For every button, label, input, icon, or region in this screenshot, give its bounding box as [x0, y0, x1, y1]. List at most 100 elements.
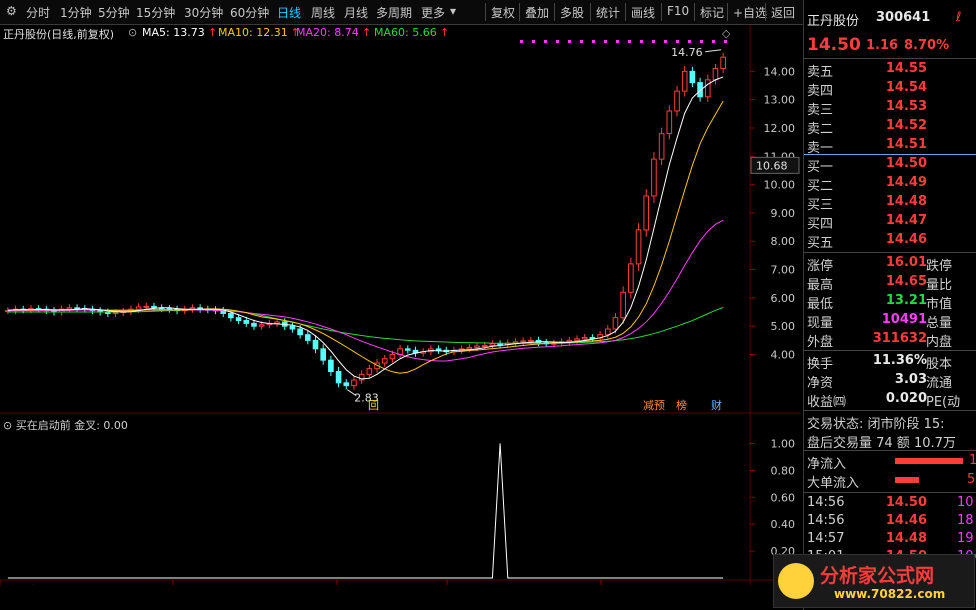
ask-price: 14.54	[885, 80, 927, 95]
ask-label: 卖五	[807, 65, 834, 80]
candle-body	[251, 322, 257, 327]
bid-label: 买三	[807, 198, 834, 213]
high-price-label: 14.76	[671, 46, 703, 59]
stat-label-right: 量比	[926, 278, 953, 293]
period-tab-3[interactable]: 15分钟	[136, 4, 175, 21]
stat-row: 现量 10491 总量	[807, 311, 976, 331]
bid-row-0[interactable]: 买一 14.50	[807, 155, 976, 175]
candle-body	[612, 317, 619, 330]
y-tick-label: 7.00	[771, 264, 796, 277]
bid-row-1[interactable]: 买二 14.49	[807, 174, 976, 194]
bid-price: 14.48	[885, 194, 927, 209]
tick-time: 14:56	[807, 495, 845, 510]
signal-dot	[520, 40, 523, 43]
tick-price: 14.46	[885, 513, 927, 528]
period-tab-10[interactable]: 更多	[421, 4, 445, 21]
more-dropdown-icon[interactable]: ▾	[450, 4, 456, 18]
line-ma5	[7, 76, 724, 380]
indicator-toggle-icon[interactable]: ⊙	[3, 419, 16, 432]
period-tab-0[interactable]: 分时	[26, 4, 50, 21]
ask-price: 14.55	[885, 61, 927, 76]
candle-body	[435, 348, 442, 351]
tick-time: 14:57	[807, 531, 845, 546]
candle-body	[481, 344, 488, 347]
signal-dot	[640, 40, 643, 43]
y-tick-label: 4.00	[771, 349, 796, 362]
candle-body	[604, 328, 611, 336]
tick-volume: 18	[957, 513, 974, 528]
settings-gear-icon[interactable]: ⚙	[6, 4, 17, 18]
stat-row: 最高 14.65 量比	[807, 273, 976, 293]
trade-status: 交易状态: 闭市阶段 15:	[807, 417, 945, 432]
stat-row: 涨停 16.01 跌停	[807, 254, 976, 274]
cursor-price-label: 10.68	[756, 159, 788, 172]
toolbar-button-6[interactable]: 标记	[700, 4, 724, 21]
toolbar-button-2[interactable]: 多股	[560, 4, 584, 21]
stat-value: 11.36%	[872, 353, 927, 368]
ask-row-3[interactable]: 卖二 14.52	[807, 117, 976, 137]
signal-dot	[568, 40, 571, 43]
candle-body	[66, 307, 73, 310]
period-tab-6[interactable]: 日线	[277, 4, 301, 21]
toolbar-button-0[interactable]: 复权	[491, 4, 515, 21]
bid-row-4[interactable]: 买五 14.46	[807, 231, 976, 251]
ask-label: 卖二	[807, 122, 834, 137]
bid-row-2[interactable]: 买三 14.48	[807, 193, 976, 213]
candle-body	[328, 359, 334, 373]
signal-dot	[700, 40, 703, 43]
period-tab-5[interactable]: 60分钟	[230, 4, 269, 21]
y-tick-label: 6.00	[771, 292, 796, 305]
stock-name: 正丹股份	[807, 14, 860, 29]
bid-row-3[interactable]: 买四 14.47	[807, 212, 976, 232]
toolbar-button-3[interactable]: 统计	[596, 4, 620, 21]
indicator-tick-label: 0.60	[771, 491, 796, 504]
tick-row: 14:56 14.50 10	[807, 494, 976, 513]
bid-price: 14.47	[885, 213, 927, 228]
candle-body	[243, 320, 250, 324]
candle-body	[112, 312, 119, 315]
date-label-1: 1	[176, 584, 183, 585]
ask-row-4[interactable]: 卖一 14.51	[807, 136, 976, 156]
tick-price: 14.50	[885, 495, 927, 510]
bid-label: 买四	[807, 217, 834, 232]
candle-body	[289, 325, 296, 330]
toolbar-button-4[interactable]: 画线	[631, 4, 655, 21]
tick-time: 14:56	[807, 513, 845, 528]
candle-body	[658, 133, 665, 160]
y-tick-label: 5.00	[771, 320, 796, 333]
toolbar-button-8[interactable]: 返回	[771, 4, 795, 21]
period-tab-8[interactable]: 月线	[344, 4, 368, 21]
period-tab-2[interactable]: 5分钟	[98, 4, 130, 21]
stat-label-right: 跌停	[926, 259, 953, 274]
toolbar-button-7[interactable]: +自选	[733, 4, 767, 21]
toolbar-button-5[interactable]: F10	[667, 4, 689, 18]
candle-body	[489, 343, 496, 346]
candle-body	[712, 67, 719, 81]
stat-label-right: 流通	[926, 376, 953, 391]
chart-canvas[interactable]: 14.00 13.00 12.00 1 1.00 10.00 9.00 8.00 7.00 6.0…	[0, 25, 800, 585]
signal-dot	[724, 40, 727, 43]
kline-chart-area[interactable]: 正丹股份(日线,前复权) ⊙ MA5: 13.73 ↑ MA10: 12.31 ↑ MA…	[0, 25, 800, 585]
ask-label: 卖三	[807, 103, 834, 118]
candle-body	[666, 110, 673, 135]
period-tab-9[interactable]: 多周期	[376, 4, 412, 21]
candle-body	[474, 345, 480, 348]
toolbar-button-1[interactable]: 叠加	[525, 4, 549, 21]
ask-row-2[interactable]: 卖三 14.53	[807, 98, 976, 118]
signal-dot	[676, 40, 679, 43]
period-tab-7[interactable]: 周线	[311, 4, 335, 21]
period-tab-4[interactable]: 30分钟	[184, 4, 223, 21]
candle-body	[628, 263, 634, 293]
last-price: 14.50	[807, 35, 861, 55]
line-ma20	[7, 219, 724, 362]
bid-label: 买一	[807, 160, 834, 175]
ask-row-1[interactable]: 卖四 14.54	[807, 79, 976, 99]
candle-body	[320, 348, 327, 361]
alert-flag-icon[interactable]: ℓ	[956, 10, 961, 25]
period-tab-1[interactable]: 1分钟	[60, 4, 92, 21]
candle-body	[404, 348, 411, 351]
ask-row-0[interactable]: 卖五 14.55	[807, 60, 976, 80]
event-marker-1: 减预	[643, 399, 665, 412]
indicator-tick-label: 1.00	[771, 437, 796, 450]
bid-price: 14.46	[885, 232, 927, 247]
